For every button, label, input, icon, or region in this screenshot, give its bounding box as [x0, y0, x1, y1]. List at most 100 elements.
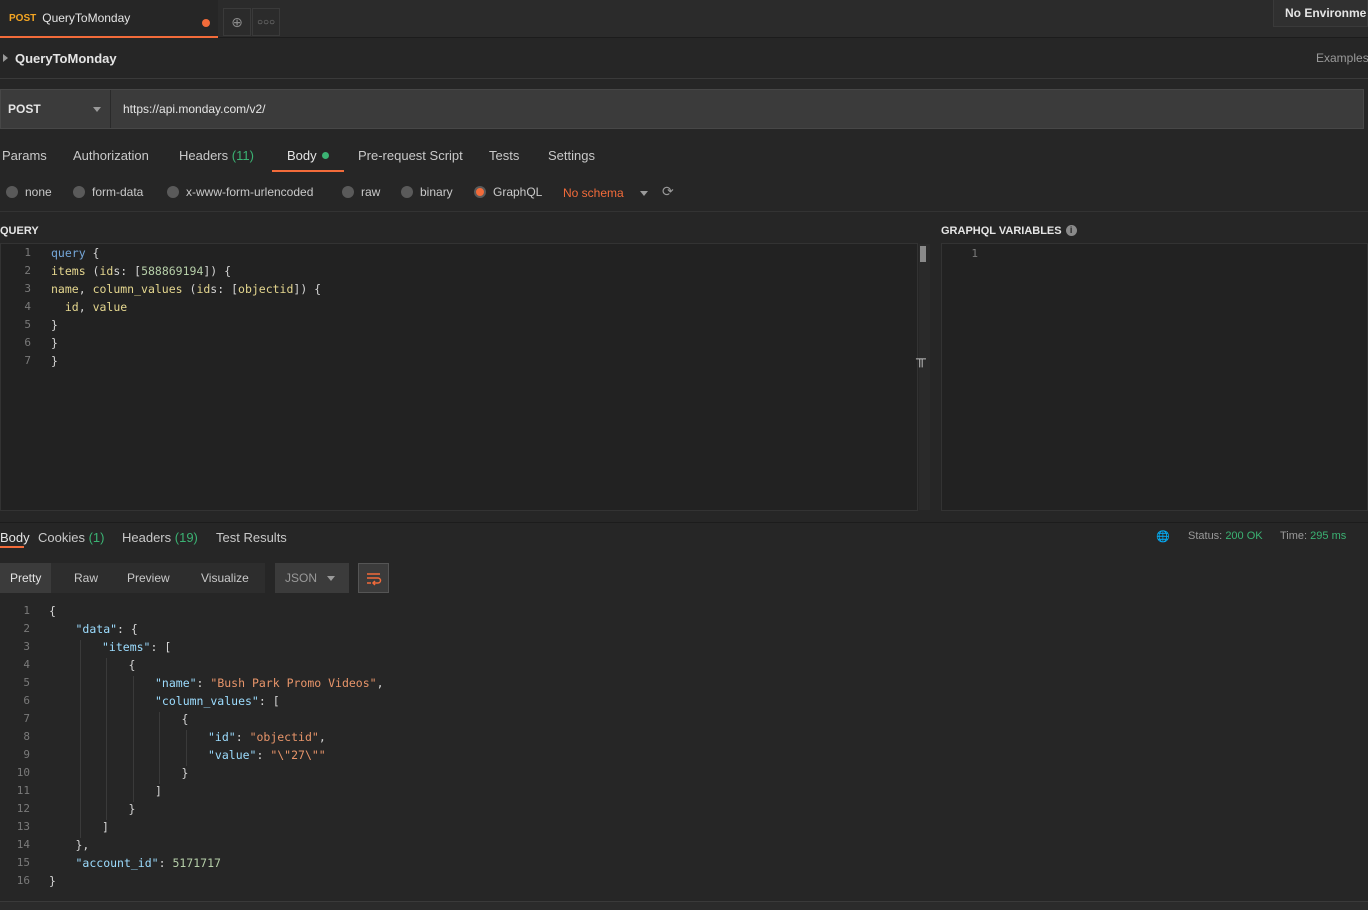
- schema-select[interactable]: No schema: [563, 186, 624, 200]
- tab-headers-label: Headers: [179, 148, 229, 163]
- indent-guide: [185, 748, 187, 766]
- url-bar: POST https://api.monday.com/v2/: [0, 89, 1364, 129]
- indent-guide: [106, 658, 107, 676]
- body-type-binary-label: binary: [420, 185, 453, 199]
- json-line: {: [128, 658, 136, 672]
- indent-guide: [106, 712, 107, 730]
- line-number: 7: [24, 354, 31, 367]
- code-line: }: [51, 336, 58, 350]
- tab-body[interactable]: Body: [287, 148, 329, 163]
- code-line: query {: [51, 246, 100, 260]
- response-body[interactable]: 1 {2 "data": {3 "items": [4 {5 "name": "Bush …: [0, 602, 1368, 898]
- query-editor[interactable]: 1 query {2 items (ids: [588869194]) {3 name…: [0, 243, 918, 511]
- line-number: 8: [23, 730, 30, 743]
- indent-guide: [79, 766, 81, 784]
- body-type-form-data[interactable]: form-data: [73, 185, 143, 199]
- radio-icon: [167, 186, 179, 198]
- chevron-down-icon[interactable]: [640, 191, 648, 196]
- json-line: }: [49, 874, 56, 888]
- body-type-raw[interactable]: raw: [342, 185, 380, 199]
- indent-guide: [79, 802, 81, 820]
- body-type-urlencoded[interactable]: x-www-form-urlencoded: [167, 185, 313, 199]
- response-tab-cookies[interactable]: Cookies (1): [38, 530, 104, 545]
- radio-icon: [342, 186, 354, 198]
- radio-icon: [401, 186, 413, 198]
- line-number: 1: [971, 247, 978, 260]
- format-select[interactable]: JSON: [275, 563, 349, 593]
- view-pretty[interactable]: Pretty: [0, 563, 52, 593]
- indent-guide: [79, 820, 81, 838]
- code-line: name, column_values (ids: [objectid]) {: [51, 282, 322, 296]
- info-icon[interactable]: i: [1065, 225, 1077, 236]
- request-tab-name: QueryToMonday: [42, 11, 131, 25]
- new-tab-button[interactable]: ⊕: [223, 8, 251, 36]
- indent-guide: [132, 712, 134, 730]
- body-type-binary[interactable]: binary: [401, 185, 453, 199]
- status-info: Status: 200 OK: [1188, 530, 1263, 542]
- line-number: 5: [24, 318, 31, 331]
- view-preview[interactable]: Preview: [117, 563, 180, 593]
- expand-caret-icon[interactable]: [3, 54, 8, 62]
- tab-headers-count: (11): [231, 148, 254, 163]
- tab-settings[interactable]: Settings: [548, 148, 595, 163]
- radio-icon: [73, 186, 85, 198]
- response-tab-headers-count: (19): [174, 530, 198, 545]
- json-line: "items": [: [102, 640, 172, 654]
- indent-guide: [106, 730, 107, 748]
- body-type-graphql[interactable]: GraphQL: [474, 185, 542, 199]
- json-line: "data": {: [75, 622, 138, 636]
- globe-icon[interactable]: 🌐: [1156, 530, 1170, 543]
- body-type-urlencoded-label: x-www-form-urlencoded: [186, 185, 314, 199]
- method-select-value: POST: [8, 102, 41, 116]
- json-line: "value": "\"27\"": [208, 748, 326, 762]
- time-info: Time: 295 ms: [1280, 530, 1346, 542]
- refresh-icon[interactable]: ⟳: [662, 183, 674, 200]
- query-scrollbar-thumb[interactable]: [920, 246, 926, 262]
- indent-guide: [159, 748, 160, 766]
- line-number: 7: [23, 712, 30, 725]
- plus-circle-icon: ⊕: [231, 13, 243, 30]
- status-value: 200 OK: [1225, 530, 1263, 542]
- environment-selector[interactable]: No Environment: [1273, 0, 1368, 27]
- more-horizontal-icon: ○○○: [256, 16, 276, 28]
- indent-guide: [132, 766, 134, 784]
- examples-link[interactable]: Examples: [1316, 51, 1368, 65]
- line-number: 1: [23, 604, 30, 617]
- indent-guide: [185, 730, 187, 748]
- indent-guide: [132, 730, 134, 748]
- response-tab-headers[interactable]: Headers (19): [122, 530, 198, 545]
- json-line: "account_id": 5171717: [75, 856, 221, 870]
- resize-handle-icon[interactable]: ╥: [916, 350, 930, 370]
- tab-authorization[interactable]: Authorization: [73, 148, 149, 163]
- tab-tests[interactable]: Tests: [489, 148, 519, 163]
- line-number: 4: [23, 658, 30, 671]
- body-type-none[interactable]: none: [6, 185, 52, 199]
- tab-options-button[interactable]: ○○○: [252, 8, 280, 36]
- graphql-variables-editor[interactable]: 1: [941, 243, 1368, 511]
- request-tab[interactable]: POST QueryToMonday: [0, 0, 218, 38]
- tab-headers[interactable]: Headers (11): [179, 148, 254, 163]
- query-scrollbar[interactable]: [919, 244, 930, 510]
- time-label: Time:: [1280, 530, 1308, 542]
- url-input[interactable]: https://api.monday.com/v2/: [123, 102, 266, 116]
- status-bar: [0, 901, 1368, 910]
- response-tab-cookies-label: Cookies: [38, 530, 85, 545]
- tab-params[interactable]: Params: [2, 148, 47, 163]
- request-title: QueryToMonday: [15, 51, 117, 66]
- line-number: 11: [16, 784, 30, 797]
- line-number: 2: [23, 622, 30, 635]
- line-number: 6: [24, 336, 31, 349]
- response-tab-body[interactable]: Body: [0, 530, 30, 545]
- line-number: 9: [23, 748, 30, 761]
- json-line: {: [49, 604, 56, 618]
- view-raw[interactable]: Raw: [64, 563, 108, 593]
- wrap-lines-button[interactable]: [358, 563, 389, 593]
- method-select[interactable]: POST: [1, 90, 111, 128]
- response-tab-headers-label: Headers: [122, 530, 172, 545]
- indent-guide: [106, 802, 107, 820]
- tab-prerequest-script[interactable]: Pre-request Script: [358, 148, 463, 163]
- view-visualize[interactable]: Visualize: [191, 563, 259, 593]
- time-value: 295 ms: [1310, 530, 1347, 542]
- response-tab-test-results[interactable]: Test Results: [216, 530, 287, 545]
- chevron-down-icon: [327, 576, 335, 581]
